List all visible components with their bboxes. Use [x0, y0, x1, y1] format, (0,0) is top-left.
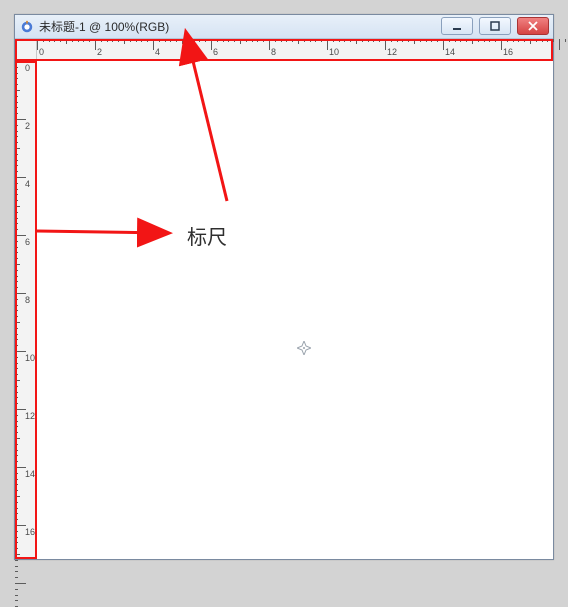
ruler-v-label: 12	[25, 411, 35, 421]
center-marker-icon	[297, 341, 311, 355]
ruler-h-label: 10	[329, 47, 339, 57]
ruler-v-label: 16	[25, 527, 35, 537]
ruler-h-label: 16	[503, 47, 513, 57]
horizontal-ruler[interactable]: 0246810121416	[37, 39, 553, 61]
app-icon	[19, 19, 35, 35]
minimize-button[interactable]	[441, 17, 473, 35]
ruler-v-label: 10	[25, 353, 35, 363]
vertical-ruler[interactable]: 0246810121416	[15, 61, 37, 559]
canvas[interactable]: 标尺	[37, 61, 553, 559]
arrow-to-top-ruler	[187, 51, 247, 211]
ruler-v-label: 8	[25, 295, 30, 305]
maximize-button[interactable]	[479, 17, 511, 35]
ruler-v-label: 14	[25, 469, 35, 479]
titlebar[interactable]: 未标题-1 @ 100%(RGB)	[15, 15, 553, 39]
window-controls	[441, 17, 549, 35]
ruler-v-label: 0	[25, 63, 30, 73]
ruler-h-label: 4	[155, 47, 160, 57]
window-title: 未标题-1 @ 100%(RGB)	[39, 18, 169, 35]
ruler-v-label: 4	[25, 179, 30, 189]
close-button[interactable]	[517, 17, 549, 35]
ruler-h-label: 0	[39, 47, 44, 57]
annotation-label: 标尺	[187, 221, 227, 250]
document-window: 未标题-1 @ 100%(RGB) 0246810121416 02468101…	[14, 14, 554, 560]
work-area: 0246810121416 0246810121416	[15, 39, 553, 559]
ruler-h-label: 12	[387, 47, 397, 57]
ruler-h-label: 2	[97, 47, 102, 57]
arrow-to-left-ruler	[27, 211, 187, 251]
ruler-v-label: 2	[25, 121, 30, 131]
ruler-h-label: 8	[271, 47, 276, 57]
ruler-h-label: 14	[445, 47, 455, 57]
ruler-corner[interactable]	[15, 39, 37, 61]
